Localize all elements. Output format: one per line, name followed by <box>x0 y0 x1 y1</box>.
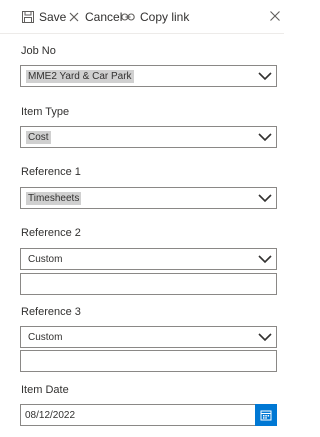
reference2-text-input[interactable] <box>20 273 277 295</box>
chevron-down-icon <box>258 194 272 203</box>
reference1-select[interactable]: Timesheets <box>20 187 277 209</box>
save-icon <box>22 11 34 23</box>
reference2-label: Reference 2 <box>21 227 81 239</box>
reference2-value: Custom <box>28 254 63 265</box>
chevron-down-icon <box>258 133 272 142</box>
link-icon <box>121 13 135 21</box>
cancel-icon <box>69 12 79 22</box>
item-type-label: Item Type <box>21 106 70 118</box>
save-button[interactable]: Save <box>22 8 66 26</box>
job-no-value: MME2 Yard & Car Park <box>26 70 134 83</box>
reference2-select[interactable]: Custom <box>20 248 277 270</box>
reference3-text-input[interactable] <box>20 350 277 372</box>
chevron-down-icon <box>258 333 272 342</box>
chevron-down-icon <box>258 255 272 264</box>
cancel-button[interactable]: Cancel <box>68 8 122 26</box>
chevron-down-icon <box>258 72 272 81</box>
reference3-value: Custom <box>28 332 63 343</box>
item-type-value: Cost <box>26 131 51 144</box>
date-picker-button[interactable] <box>255 404 277 426</box>
copy-link-button[interactable]: Copy link <box>121 8 189 26</box>
reference1-label: Reference 1 <box>21 166 81 178</box>
job-no-select[interactable]: MME2 Yard & Car Park <box>20 65 277 87</box>
calendar-icon <box>260 410 272 421</box>
item-date-field[interactable]: 08/12/2022 <box>20 404 277 426</box>
job-no-label: Job No <box>21 45 56 57</box>
copy-link-label: Copy link <box>140 10 190 24</box>
item-date-label: Item Date <box>21 384 69 396</box>
item-date-value: 08/12/2022 <box>25 410 76 421</box>
save-label: Save <box>39 10 67 24</box>
cancel-label: Cancel <box>85 10 123 24</box>
reference3-select[interactable]: Custom <box>20 326 277 348</box>
item-type-select[interactable]: Cost <box>20 126 277 148</box>
command-bar: Save Cancel Copy link <box>0 0 284 34</box>
close-icon[interactable] <box>270 11 280 21</box>
reference3-label: Reference 3 <box>21 306 81 318</box>
edit-item-panel: Save Cancel Copy link Job No MME2 Yard &… <box>0 0 284 437</box>
reference1-value: Timesheets <box>26 192 82 205</box>
